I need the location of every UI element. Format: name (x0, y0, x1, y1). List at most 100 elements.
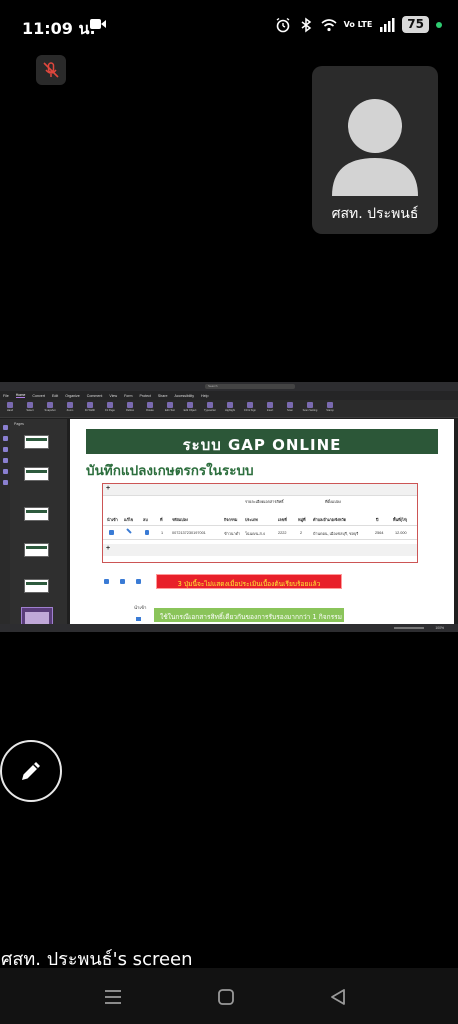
menu-file[interactable]: File (3, 394, 9, 398)
mic-off-button[interactable] (36, 55, 66, 85)
menu-comment[interactable]: Comment (87, 394, 103, 398)
tool-pages-icon[interactable] (2, 425, 8, 430)
import-icon-large[interactable] (104, 579, 109, 584)
menu-convert[interactable]: Convert (32, 394, 45, 398)
app-menubar: File Home Convert Edit Organize Comment … (0, 391, 458, 400)
menu-view[interactable]: View (109, 394, 117, 398)
signal-icon (380, 17, 395, 32)
battery-icon: 75 (402, 16, 429, 33)
ribbon-edit-text[interactable]: Edit Text (163, 401, 177, 416)
page-thumbnail[interactable] (24, 435, 49, 449)
video-icon (90, 19, 106, 29)
ribbon-select[interactable]: Select (23, 401, 37, 416)
th-village: หมู่ที่ (298, 518, 306, 522)
trash-icon[interactable] (145, 530, 149, 535)
app-titlebar: Search (0, 382, 458, 391)
group-header-document: รายละเอียดเอกสารสิทธิ์ (245, 500, 284, 504)
zoom-slider[interactable] (394, 627, 424, 629)
same-document-note-text: ใช้ในกรณีเอกสารสิทธิ์เดียวกันของการรับรอ… (160, 613, 343, 621)
add-row-button-bottom[interactable]: + (106, 545, 110, 552)
ribbon-fit-width[interactable]: Fit Width (83, 401, 97, 416)
cell-activity: ข้าวนาดำ (224, 532, 241, 536)
th-doc-type: ประเภท (245, 518, 258, 522)
add-row-button[interactable]: + (106, 485, 110, 492)
page-thumbnail[interactable] (24, 579, 49, 593)
ribbon-highlight[interactable]: Highlight (223, 401, 237, 416)
group-header-location: ที่ตั้งแปลง (325, 500, 341, 504)
network-label: Vo LTE (343, 19, 373, 29)
home-icon (218, 989, 234, 1005)
pencil-icon-large[interactable] (120, 579, 125, 584)
menu-form[interactable]: Form (124, 394, 132, 398)
page-thumbnail[interactable] (24, 543, 49, 557)
clock: 11:09 น. (22, 19, 96, 38)
pencil-edit-icon[interactable] (126, 528, 132, 534)
participant-tile[interactable]: ศสท. ประพนธ์ (312, 66, 438, 234)
cell-doc-type: โฉนด/น.ส.4 (245, 532, 265, 536)
app-ribbon: Hand Select Snapshot Zoom Fit Width Fit … (0, 400, 458, 418)
slide-banner-title: ระบบ GAP ONLINE (182, 436, 342, 454)
ribbon-rotate[interactable]: Rotate (143, 401, 157, 416)
tool-bookmark-icon[interactable] (2, 436, 8, 441)
slide-banner: ระบบ GAP ONLINE (86, 429, 438, 454)
trash-icon-large[interactable] (136, 579, 141, 584)
import-mini-icon (136, 617, 141, 621)
wifi-icon (321, 18, 337, 31)
buttons-hidden-note: 3 ปุ่มนี้จะไม่แสดงเมื่อประเมินเบื้องต้นเ… (156, 574, 342, 589)
ribbon-scan-setting[interactable]: Scan Setting (303, 401, 317, 416)
menu-organize[interactable]: Organize (65, 394, 80, 398)
same-document-note: ใช้ในกรณีเอกสารสิทธิ์เดียวกันของการรับรอ… (154, 608, 344, 622)
zoom-level[interactable]: 100% (435, 626, 444, 630)
menu-edit[interactable]: Edit (52, 394, 58, 398)
navigation-bar (0, 968, 458, 1024)
ribbon-hand[interactable]: Hand (3, 401, 17, 416)
bluetooth-icon (301, 17, 311, 32)
shared-screen[interactable]: Search File Home Convert Edit Organize C… (0, 382, 458, 632)
ribbon-reflow[interactable]: Reflow (123, 401, 137, 416)
ribbon-scan[interactable]: Scan (283, 401, 297, 416)
menu-share[interactable]: Share (158, 394, 168, 398)
th-activity: กิจกรรม (224, 518, 238, 522)
cell-no: 1 (161, 531, 164, 535)
ribbon-edit-object[interactable]: Edit Object (183, 401, 197, 416)
plot-table: + รายละเอียดเอกสารสิทธิ์ ที่ตั้งแปลง นำเ… (102, 483, 418, 563)
back-icon (331, 989, 345, 1005)
tool-attachment-icon[interactable] (2, 458, 8, 463)
ribbon-typewriter[interactable]: Typewriter (203, 401, 217, 416)
table-row: 1 0072137230197001 ข้าวนาดำ โฉนด/น.ส.4 2… (103, 526, 417, 540)
tool-search-icon[interactable] (2, 480, 8, 485)
ribbon-zoom[interactable]: Zoom (63, 401, 77, 416)
table-toolbar: + (103, 484, 417, 496)
ribbon-insert[interactable]: Insert (263, 401, 277, 416)
menu-accessibility[interactable]: Accessibility (174, 394, 194, 398)
tool-comment-icon[interactable] (2, 447, 8, 452)
import-icon[interactable] (109, 530, 114, 535)
annotate-button[interactable] (0, 740, 62, 802)
page-thumbnails: Pages (10, 419, 78, 632)
cell-plot-id: 0072137230197001 (172, 531, 206, 535)
ribbon-stamp[interactable]: Stamp (323, 401, 337, 416)
table-header-row: นำเข้า แก้ไข ลบ ที่ รหัสแปลง กิจกรรม ประ… (103, 506, 417, 526)
recent-apps-icon (105, 990, 121, 1004)
page-thumbnail[interactable] (24, 467, 49, 481)
alarm-icon (276, 17, 289, 32)
import-mini-label: นำเข้า (134, 606, 147, 611)
menu-help[interactable]: Help (201, 394, 208, 398)
menu-home[interactable]: Home (15, 393, 26, 398)
ribbon-fill-sign[interactable]: Fill & Sign (243, 401, 257, 416)
status-bar: 11:09 น. Vo LTE 75 (0, 0, 458, 54)
home-button[interactable] (215, 986, 237, 1008)
avatar-icon (332, 99, 418, 196)
page-thumbnail[interactable] (24, 507, 49, 521)
ribbon-fit-page[interactable]: Fit Page (103, 401, 117, 416)
back-button[interactable] (327, 986, 349, 1008)
menu-protect[interactable]: Protect (139, 394, 150, 398)
cell-location: บ้านดอน, เมืองชลบุรี, ชลบุรี (313, 532, 359, 536)
table-footer: + (103, 544, 417, 556)
pencil-icon (22, 762, 40, 780)
tool-layers-icon[interactable] (2, 469, 8, 474)
recent-apps-button[interactable] (102, 986, 124, 1008)
app-search[interactable]: Search (205, 384, 295, 389)
app-statusbar: 100% (0, 624, 458, 632)
ribbon-snapshot[interactable]: Snapshot (43, 401, 57, 416)
